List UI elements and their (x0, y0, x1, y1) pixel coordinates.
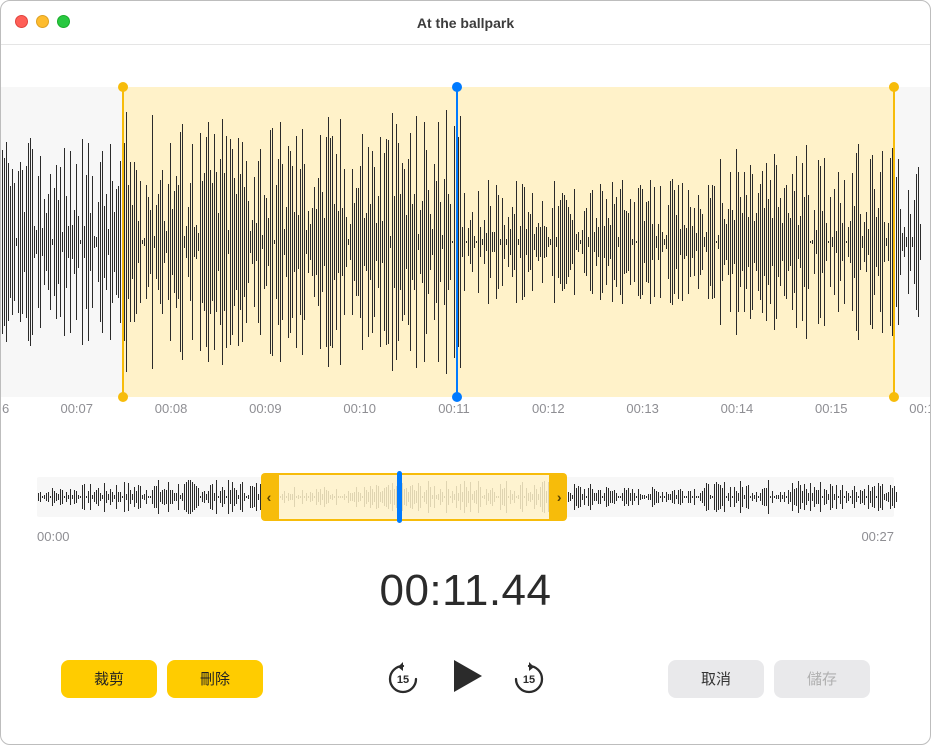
overview-handle-right[interactable]: › (551, 473, 567, 521)
ruler-label: 6 (2, 401, 9, 416)
edit-buttons: 裁剪 刪除 (61, 660, 263, 698)
trim-handle-right[interactable] (893, 87, 895, 397)
overview-times: 00:00 00:27 (37, 529, 894, 544)
ruler-label: 00:12 (532, 401, 565, 416)
minimize-icon[interactable] (36, 15, 49, 28)
ruler-label: 00:16 (909, 401, 931, 416)
play-icon (446, 656, 486, 696)
save-button[interactable]: 儲存 (774, 660, 870, 698)
overview-playhead[interactable] (397, 471, 402, 523)
overview-handle-left[interactable]: ‹ (261, 473, 277, 521)
time-ruler: 6 00:07 00:08 00:09 00:10 00:11 00:12 00:13 00:1… (1, 401, 930, 427)
waveform-detail[interactable]: 6 00:07 00:08 00:09 00:10 00:11 00:12 00:13 00:1… (1, 87, 930, 427)
window-controls (15, 15, 70, 28)
timecode-display: 00:11.44 (1, 566, 930, 616)
skip-forward-15-button[interactable]: 15 (512, 662, 546, 696)
trim-button[interactable]: 裁剪 (61, 660, 157, 698)
play-button[interactable] (446, 656, 486, 701)
skip-back-15-button[interactable]: 15 (386, 662, 420, 696)
waveform-overview[interactable]: ‹ › (37, 467, 894, 527)
controls-row: 裁剪 刪除 15 15 (1, 656, 930, 701)
chevron-left-icon: ‹ (267, 489, 272, 505)
ruler-label: 00:07 (60, 401, 93, 416)
skip-back-icon: 15 (386, 662, 420, 696)
ruler-label: 00:13 (626, 401, 659, 416)
close-icon[interactable] (15, 15, 28, 28)
zoom-icon[interactable] (57, 15, 70, 28)
ruler-label: 00:11 (438, 401, 470, 416)
ruler-label: 00:08 (155, 401, 188, 416)
trim-handle-left[interactable] (122, 87, 124, 397)
svg-text:15: 15 (522, 674, 534, 686)
playhead[interactable] (456, 87, 458, 397)
ruler-label: 00:14 (721, 401, 754, 416)
overview-start-time: 00:00 (37, 529, 70, 544)
chevron-right-icon: › (557, 489, 562, 505)
ruler-label: 00:09 (249, 401, 282, 416)
titlebar: At the ballpark (1, 1, 930, 45)
skip-forward-icon: 15 (512, 662, 546, 696)
transport-controls: 15 15 (386, 656, 546, 701)
ruler-label: 00:10 (343, 401, 376, 416)
svg-text:15: 15 (396, 674, 408, 686)
cancel-button[interactable]: 取消 (668, 660, 764, 698)
window-title: At the ballpark (1, 1, 930, 45)
overview-selection (277, 473, 551, 521)
ruler-label: 00:15 (815, 401, 848, 416)
confirm-buttons: 取消 儲存 (668, 660, 870, 698)
waveform-canvas (1, 87, 930, 397)
window: At the ballpark 6 00:07 00:08 00:09 00:10 00:… (0, 0, 931, 745)
overview-end-time: 00:27 (861, 529, 894, 544)
delete-button[interactable]: 刪除 (167, 660, 263, 698)
